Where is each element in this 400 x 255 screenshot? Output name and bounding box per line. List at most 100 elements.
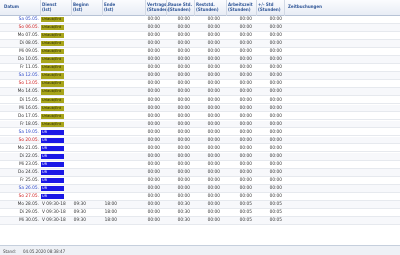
table-row[interactable]: So 20.05. UR 00:00 00:00 00:00 00:00 00:00 [0,136,400,145]
row-dienst: Urlaub/Ent [41,113,64,119]
row-vertrag: 00:00 [147,129,160,135]
row-plusminus: 00:05 [269,218,282,224]
col-rest[interactable]: Reststd. (Stunden) [196,2,219,12]
row-pause: 00:00 [177,129,190,135]
row-pause: 00:00 [177,153,190,159]
row-date: Mo 07.05. [17,33,39,39]
table-row[interactable]: Sa 05.05. Urlaub/Ent 00:00 00:00 00:00 00:00 0… [0,16,400,24]
table-row[interactable]: Di 08.05. Urlaub/Ent 00:00 00:00 00:00 00:00 0… [0,40,400,48]
row-dienst: Urlaub/Ent [41,49,64,55]
row-pause: 00:00 [177,113,190,119]
table-row[interactable]: So 06.05. Urlaub/Ent 00:00 00:00 00:00 00:00 0… [0,24,400,32]
row-pause: 00:30 [177,210,190,216]
table-row[interactable]: Do 17.05. Urlaub/Ent 00:00 00:00 00:00 00:00 0… [0,112,400,121]
table-row[interactable]: Mi 09.05. Urlaub/Ent 00:00 00:00 00:00 00:00 0… [0,48,400,56]
table-row[interactable]: Sa 19.05. UR 00:00 00:00 00:00 00:00 00:00 [0,128,400,137]
row-dienst: Urlaub/Ent [41,89,64,95]
table-row[interactable]: Fr 11.05. Urlaub/Ent 00:00 00:00 00:00 00:00 0… [0,64,400,72]
table-row[interactable]: Di 29.05. V 09:30-18 09:30 18:00 00:00 00:30 0… [0,209,400,217]
row-rest: 00:00 [207,145,220,151]
row-dienst: Urlaub/Ent [41,41,64,47]
col-plusminus[interactable]: +/- Std (Stunden) [258,2,281,12]
table-row[interactable]: Fr 25.05. UR 00:00 00:00 00:00 00:00 00:00 [0,177,400,185]
row-plusminus: 00:00 [269,194,282,200]
row-rest: 00:00 [207,202,220,208]
row-rest: 00:00 [207,97,220,103]
col-beginn[interactable]: Beginn (Ist) [73,2,89,12]
row-date: Di 29.05. [19,210,39,216]
table-row[interactable]: Mo 21.05. UR 00:00 00:00 00:00 00:00 00:00 [0,144,400,153]
row-date: Sa 12.05. [18,73,39,79]
row-plusminus: 00:00 [269,113,282,119]
row-pause: 00:00 [177,178,190,183]
table-row[interactable]: Do 24.05. UR 00:00 00:00 00:00 00:00 00:00 [0,168,400,177]
row-vertrag: 00:00 [147,178,160,183]
table-row[interactable]: Mo 07.05. Urlaub/Ent 00:00 00:00 00:00 00:00 0… [0,32,400,40]
table-row[interactable]: Sa 12.05. Urlaub/Ent 00:00 00:00 00:00 00:00 0… [0,72,400,81]
column-divider[interactable] [102,0,103,16]
col-dienst[interactable]: Dienst (Ist) [42,2,57,12]
column-divider[interactable] [40,0,41,16]
column-divider[interactable] [284,0,285,16]
row-vertrag: 00:00 [147,218,160,224]
row-dienst: Urlaub/Ent [41,97,64,103]
row-vertrag: 00:00 [147,145,160,151]
row-dienst: UR [41,137,64,144]
row-plusminus: 00:00 [269,65,282,71]
column-divider[interactable] [194,0,195,16]
row-rest: 00:00 [207,161,220,167]
row-date: Do 24.05. [18,169,39,175]
row-rest: 00:00 [207,57,220,63]
row-rest: 00:00 [207,25,220,31]
col-pause[interactable]: Pause Std. (Stunden) [168,2,192,12]
table-row[interactable]: Di 15.05. Urlaub/Ent 00:00 00:00 00:00 00:00 0… [0,96,400,105]
table-row[interactable]: Fr 18.05. Urlaub/Ent 00:00 00:00 00:00 00:00 0… [0,120,400,129]
table-row[interactable]: So 13.05. Urlaub/Ent 00:00 00:00 00:00 00:00 0… [0,80,400,89]
row-plusminus: 00:00 [269,97,282,103]
row-arbeitszeit: 00:00 [239,65,252,71]
row-plusminus: 00:05 [269,202,282,208]
row-dienst: UR [41,161,64,168]
row-vertrag: 00:00 [147,210,160,216]
table-row[interactable]: Do 10.05. Urlaub/Ent 00:00 00:00 00:00 00:00 0… [0,56,400,64]
row-date: Mo 14.05. [17,89,39,95]
column-divider[interactable] [166,0,167,16]
row-arbeitszeit: 00:00 [239,153,252,159]
row-rest: 00:00 [207,121,220,127]
row-date: Sa 26.05. [18,186,39,192]
row-plusminus: 00:00 [269,161,282,167]
row-arbeitszeit: 00:00 [239,145,252,151]
row-dienst: UR [41,153,64,160]
table-row[interactable]: Mi 16.05. Urlaub/Ent 00:00 00:00 00:00 00:00 0… [0,104,400,113]
column-divider[interactable] [71,0,72,16]
row-arbeitszeit: 00:00 [239,105,252,111]
row-plusminus: 00:00 [269,73,282,79]
row-vertrag: 00:00 [147,33,160,39]
table-row[interactable]: So 27.05. UR 00:00 00:00 00:00 00:00 00:00 [0,193,400,201]
row-rest: 00:00 [207,137,220,143]
row-dienst: Urlaub/Ent [41,17,64,23]
table-header: Datum Dienst (Ist) Beginn (Ist) Ende (Is… [0,0,400,16]
row-dienst: Urlaub/Ent [41,65,64,71]
table-row[interactable]: Sa 26.05. UR 00:00 00:00 00:00 00:00 00:00 [0,185,400,193]
col-datum[interactable]: Datum [4,4,19,9]
column-divider[interactable] [226,0,227,16]
row-vertrag: 00:00 [147,81,160,87]
row-plusminus: 00:00 [269,129,282,135]
table-row[interactable]: Mo 14.05. Urlaub/Ent 00:00 00:00 00:00 00:00 0… [0,88,400,97]
col-zeitbuchungen[interactable]: Zeitbuchungen [288,4,322,9]
row-pause: 00:30 [177,218,190,224]
column-divider[interactable] [256,0,257,16]
row-vertrag: 00:00 [147,153,160,159]
row-vertrag: 00:00 [147,161,160,167]
table-row[interactable]: Mi 23.05. UR 00:00 00:00 00:00 00:00 00:00 [0,160,400,169]
row-rest: 00:00 [207,210,220,216]
table-row[interactable]: Di 22.05. UR 00:00 00:00 00:00 00:00 00:00 [0,152,400,161]
column-divider[interactable] [145,0,146,16]
table-row[interactable]: Mi 30.05. V 09:30-18 09:30 18:00 00:00 00:30 0… [0,217,400,225]
col-arbeitszeit[interactable]: Arbeitszeit (Stunden) [228,2,253,12]
row-plusminus: 00:00 [269,17,282,22]
col-ende[interactable]: Ende (Ist) [104,2,115,12]
row-arbeitszeit: 00:05 [239,218,252,224]
table-row[interactable]: Mo 28.05. V 09:30-18 09:30 18:00 00:00 00:30 0… [0,201,400,209]
